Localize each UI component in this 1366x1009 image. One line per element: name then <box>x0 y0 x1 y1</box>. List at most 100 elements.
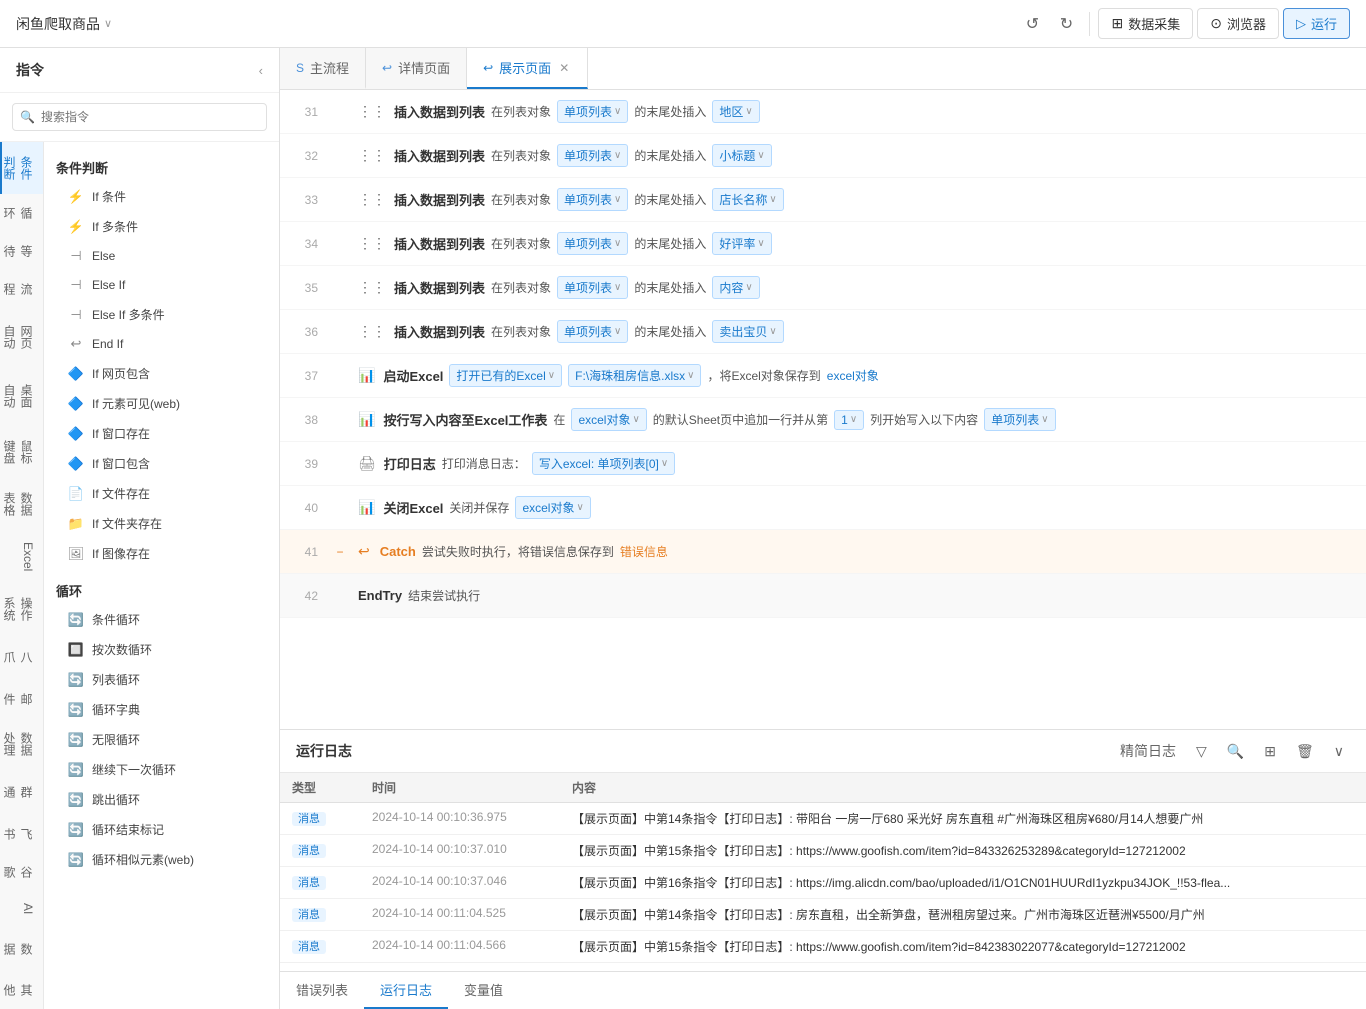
sidebar-tab-data-proc[interactable]: 数据处理 <box>0 718 43 770</box>
sidebar-item-continue-loop[interactable]: 🔄 继续下一次循环 <box>48 755 275 784</box>
tag-list-obj[interactable]: 单项列表∨ <box>557 144 628 167</box>
main-layout: 指令 ‹ 🔍 条件判断 循环 等待 流程 网页自动化 桌面自动化 鼠标键盘 数据… <box>0 48 1366 1009</box>
bottom-tab-error[interactable]: 错误列表 <box>280 972 364 1009</box>
line-number: 40 <box>280 501 330 515</box>
tag-data-field[interactable]: 小标题∨ <box>712 144 771 167</box>
sidebar-item-if-file-exists[interactable]: 📄 If 文件存在 <box>48 479 275 508</box>
cmd-label: 插入数据到列表 <box>394 190 485 209</box>
sidebar-item-else-if[interactable]: ⊣ Else If <box>48 271 275 299</box>
log-row: 消息 2024-10-14 00:10:37.010 【展示页面】中第15条指令… <box>280 835 1366 867</box>
tag-filepath[interactable]: F:\海珠租房信息.xlsx∨ <box>568 364 701 387</box>
log-export-icon[interactable]: ⊞ <box>1258 740 1282 763</box>
sidebar-tab-group-notify[interactable]: 群通知 <box>0 770 43 815</box>
log-expand-icon[interactable]: ∨ <box>1328 740 1350 763</box>
sidebar-item-if-window-contains[interactable]: 🔷 If 窗口包含 <box>48 449 275 478</box>
sidebar-tab-other[interactable]: 其他 <box>0 971 43 1009</box>
tag-list-obj[interactable]: 单项列表∨ <box>557 320 628 343</box>
sidebar-tab-excel[interactable]: Excel <box>0 530 43 583</box>
sidebar-item-condition-loop[interactable]: 🔄 条件循环 <box>48 605 275 634</box>
loop-similar-web-icon: 🔄 <box>68 852 84 868</box>
line-number: 42 <box>280 589 330 603</box>
sidebar-tab-data-table[interactable]: 数据表格 <box>0 478 43 530</box>
sidebar-item-if-web-contains[interactable]: 🔷 If 网页包含 <box>48 359 275 388</box>
sidebar-tab-wait[interactable]: 等待 <box>0 232 43 270</box>
tab-display[interactable]: ↩ 展示页面 ✕ <box>467 48 588 89</box>
sidebar-tab-flow[interactable]: 流程 <box>0 270 43 308</box>
sidebar-item-if-image-exists[interactable]: 🖼 If 图像存在 <box>48 539 275 568</box>
bottom-tab-run-log[interactable]: 运行日志 <box>364 972 448 1009</box>
sidebar-tab-google[interactable]: 谷歌 <box>0 853 43 891</box>
sidebar-item-if[interactable]: ⚡ If 条件 <box>48 182 275 211</box>
sidebar-item-else[interactable]: ⊣ Else <box>48 242 275 270</box>
undo-button[interactable]: ↺ <box>1017 9 1047 39</box>
sidebar-item-infinite-loop[interactable]: 🔄 无限循环 <box>48 725 275 754</box>
log-filter-label[interactable]: 精简日志 <box>1114 738 1182 764</box>
data-collect-button[interactable]: ⊞ 数据采集 <box>1098 8 1193 39</box>
run-button[interactable]: ▷ 运行 <box>1283 8 1350 39</box>
sidebar-tab-feishu[interactable]: 飞书 <box>0 815 43 853</box>
tag-data-field[interactable]: 内容∨ <box>712 276 759 299</box>
sidebar-item-label: If 多条件 <box>92 218 138 235</box>
sidebar-item-if-folder-exists[interactable]: 📁 If 文件夹存在 <box>48 509 275 538</box>
tag-log-content[interactable]: 写入excel: 单项列表[0]∨ <box>532 452 675 475</box>
sidebar-tab-desktop-auto[interactable]: 桌面自动化 <box>0 367 43 426</box>
log-clear-icon[interactable]: 🗑 <box>1290 740 1320 763</box>
tag-excel-obj[interactable]: excel对象 <box>827 367 879 384</box>
log-search-icon[interactable]: 🔍 <box>1221 740 1250 763</box>
tag-excel-obj2[interactable]: excel对象∨ <box>571 408 646 431</box>
tag-list-obj[interactable]: 单项列表∨ <box>557 232 628 255</box>
tag-data-field[interactable]: 卖出宝贝∨ <box>712 320 783 343</box>
sidebar-item-count-loop[interactable]: 🔲 按次数循环 <box>48 635 275 664</box>
tag-list-obj[interactable]: 单项列表∨ <box>557 188 628 211</box>
tag-error-info[interactable]: 错误信息 <box>620 543 668 560</box>
bottom-tab-var-val[interactable]: 变量值 <box>448 972 519 1009</box>
redo-button[interactable]: ↻ <box>1051 9 1081 39</box>
sidebar-tab-loop[interactable]: 循环 <box>0 194 43 232</box>
sidebar-tab-web-auto[interactable]: 网页自动化 <box>0 308 43 367</box>
line-number: 33 <box>280 193 330 207</box>
loop-section-title: 循环 <box>44 569 279 604</box>
search-input[interactable] <box>12 103 267 131</box>
log-col-time: 时间 <box>360 773 560 803</box>
sidebar-item-end-if[interactable]: ↩ End If <box>48 330 275 358</box>
tab-main[interactable]: S 主流程 <box>280 48 366 89</box>
browser-button[interactable]: ⊙ 浏览器 <box>1197 8 1279 39</box>
sidebar-item-loop-similar-web[interactable]: 🔄 循环相似元素(web) <box>48 845 275 874</box>
sidebar-item-if-multi[interactable]: ⚡ If 多条件 <box>48 212 275 241</box>
tag-list-obj[interactable]: 单项列表∨ <box>557 276 628 299</box>
sidebar-item-break-loop[interactable]: 🔄 跳出循环 <box>48 785 275 814</box>
tag-list-obj[interactable]: 单项列表∨ <box>557 100 628 123</box>
tag-data-field[interactable]: 好评率∨ <box>712 232 771 255</box>
sidebar-item-loop-end-mark[interactable]: 🔄 循环结束标记 <box>48 815 275 844</box>
tag-col-num[interactable]: 1∨ <box>834 410 864 430</box>
sidebar-item-list-loop[interactable]: 🔄 列表循环 <box>48 665 275 694</box>
sidebar-item-dict-loop[interactable]: 🔄 循环字典 <box>48 695 275 724</box>
tag-open-mode[interactable]: 打开已有的Excel∨ <box>449 364 562 387</box>
line-number: 39 <box>280 457 330 471</box>
tag-write-data[interactable]: 单项列表∨ <box>984 408 1055 431</box>
log-content-cell: 【展示页面】中第15条指令【打印日志】: https://www.goofish… <box>560 835 1366 867</box>
tag-data-field[interactable]: 地区∨ <box>712 100 759 123</box>
sidebar-tab-mouse-keyboard[interactable]: 鼠标键盘 <box>0 426 43 478</box>
sidebar-tab-mail[interactable]: 邮件 <box>0 680 43 718</box>
line-content: ⋮⋮ 插入数据到列表 在列表对象 单项列表∨ 的末尾处插入 小标题∨ <box>350 138 1366 173</box>
tag-excel-obj3[interactable]: excel对象∨ <box>515 496 590 519</box>
sidebar-tab-os[interactable]: 操作系统 <box>0 583 43 635</box>
sidebar-tab-ai[interactable]: AI <box>0 891 43 926</box>
sidebar-tab-octopus[interactable]: 八爪鱼 <box>0 635 43 680</box>
sidebar-item-if-element-visible[interactable]: 🔷 If 元素可见(web) <box>48 389 275 418</box>
sidebar-search-area: 🔍 <box>0 93 279 142</box>
tab-detail[interactable]: ↩ 详情页面 <box>366 48 467 89</box>
app-title[interactable]: 闲鱼爬取商品 ∨ <box>16 14 112 34</box>
cmd-label: 启动Excel <box>383 366 443 385</box>
sidebar-item-else-if-multi[interactable]: ⊣ Else If 多条件 <box>48 300 275 329</box>
log-filter-icon[interactable]: ▽ <box>1190 740 1213 763</box>
tab-display-close[interactable]: ✕ <box>557 59 571 77</box>
sidebar-item-if-window-exists[interactable]: 🔷 If 窗口存在 <box>48 419 275 448</box>
sidebar-item-label: If 元素可见(web) <box>92 395 180 412</box>
sidebar-item-label: 继续下一次循环 <box>92 761 176 778</box>
sidebar-tab-database[interactable]: 数据库 <box>0 926 43 971</box>
tag-data-field[interactable]: 店长名称∨ <box>712 188 783 211</box>
sidebar-tab-condition[interactable]: 条件判断 <box>0 142 43 194</box>
sidebar-collapse-button[interactable]: ‹ <box>259 63 263 78</box>
